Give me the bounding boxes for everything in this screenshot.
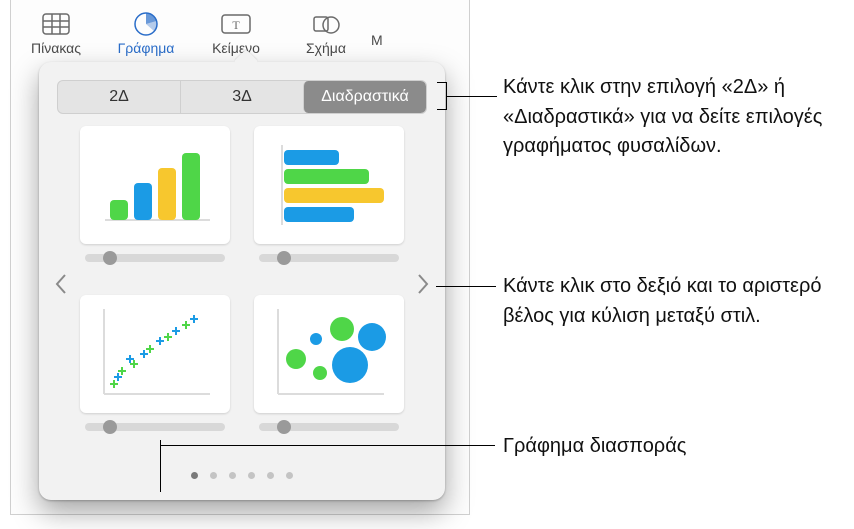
callout-bracket [437,82,447,110]
callout-line [160,445,495,446]
chart-option-bubble[interactable] [254,295,404,460]
page-dot[interactable] [191,472,198,479]
shape-icon [312,10,340,38]
toolbar-table[interactable]: Πίνακας [11,10,101,56]
main-toolbar: Πίνακας Γράφημα T Κείμενο [11,0,469,62]
chart-option-scatter[interactable] [80,295,230,460]
bubble-thumb [254,295,404,413]
chevron-left-icon[interactable] [47,262,75,306]
thumb-slider[interactable] [85,423,225,431]
chart-option-vertical-bar[interactable] [80,126,230,281]
toolbar-label: Κείμενο [212,40,260,56]
page-dot[interactable] [210,472,217,479]
callout-text-tabs: Κάντε κλικ στην επιλογή «2Δ» ή «Διαδραστ… [503,73,843,162]
chart-option-horizontal-bar[interactable] [254,126,404,281]
thumb-slider[interactable] [259,423,399,431]
chart-grid-area [39,126,445,466]
chart-grid [79,126,405,460]
chart-type-segmented: 2Δ 3Δ Διαδραστικά [57,80,427,114]
page-dot[interactable] [286,472,293,479]
page-dot[interactable] [248,472,255,479]
toolbar-label: Γράφημα [118,40,175,56]
thumb-slider[interactable] [85,254,225,262]
textbox-icon: T [221,10,251,38]
thumb-slider[interactable] [259,254,399,262]
scatter-thumb [80,295,230,413]
tab-interactive[interactable]: Διαδραστικά [303,81,426,113]
vertical-bar-thumb [80,126,230,244]
callout-line [160,440,161,492]
toolbar-partial: Μ [371,32,401,56]
callout-line [436,286,496,287]
callout-text-scatter: Γράφημα διασποράς [503,432,833,462]
callout-text-arrows: Κάντε κλικ στο δεξιό και το αριστερό βέλ… [503,272,833,331]
pie-chart-icon [133,10,159,38]
toolbar-shape[interactable]: Σχήμα [281,10,371,56]
toolbar-text[interactable]: T Κείμενο [191,10,281,56]
tab-2d[interactable]: 2Δ [58,81,180,113]
chart-popover: 2Δ 3Δ Διαδραστικά [39,62,445,500]
svg-text:T: T [232,18,240,32]
chevron-right-icon[interactable] [409,262,437,306]
horizontal-bar-thumb [254,126,404,244]
tab-3d[interactable]: 3Δ [180,81,303,113]
toolbar-label: Σχήμα [306,40,346,56]
toolbar-label: Πίνακας [31,40,81,56]
page-indicator[interactable] [39,472,445,479]
page-dot[interactable] [229,472,236,479]
toolbar-chart[interactable]: Γράφημα [101,10,191,56]
page-dot[interactable] [267,472,274,479]
table-icon [42,10,70,38]
callout-line [447,96,497,97]
app-frame: Πίνακας Γράφημα T Κείμενο [10,0,470,515]
